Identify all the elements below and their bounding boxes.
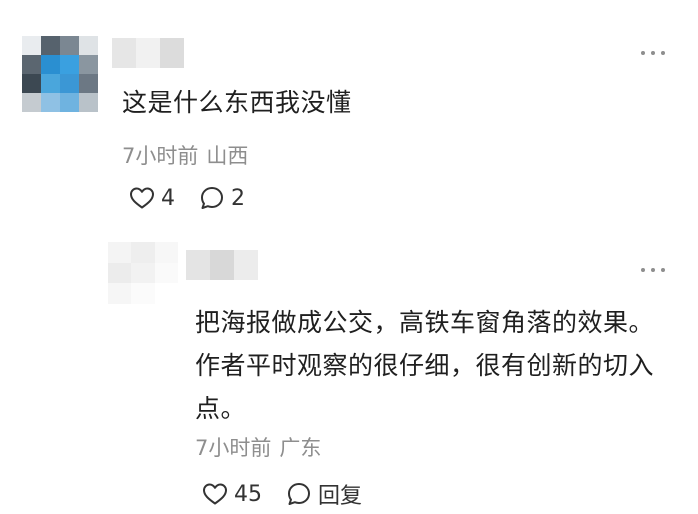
- reply-label: 回复: [318, 484, 363, 509]
- comment-region: 广东: [279, 436, 322, 460]
- comment-actions: 4 2: [129, 185, 245, 211]
- heart-icon: [130, 187, 154, 209]
- username-blurred[interactable]: [186, 250, 258, 280]
- like-button[interactable]: 4: [129, 186, 175, 211]
- comment-text: 这是什么东西我没懂: [122, 88, 352, 117]
- like-button[interactable]: 45: [202, 482, 262, 507]
- more-dots-icon[interactable]: [640, 49, 666, 57]
- heart-icon: [203, 483, 227, 505]
- comment-bubble-icon: [201, 187, 223, 209]
- comment-time: 7小时前: [195, 436, 272, 460]
- comment-meta: 7小时前 山西: [122, 140, 248, 170]
- like-count: 45: [234, 481, 262, 507]
- like-count: 4: [161, 185, 175, 211]
- reply-button[interactable]: 回复: [286, 478, 362, 510]
- comment-region: 山西: [206, 144, 249, 168]
- comment-bubble-icon: [288, 483, 310, 505]
- comment-text: 把海报做成公交，高铁车窗角落的效果。作者平时观察的很仔细，很有创新的切入点。: [195, 308, 655, 423]
- comment-meta: 7小时前 广东: [195, 432, 321, 462]
- comment-actions: 45 回复: [202, 478, 362, 510]
- username-blurred[interactable]: [112, 38, 184, 68]
- reply-button[interactable]: 2: [199, 185, 245, 211]
- avatar[interactable]: [22, 36, 98, 112]
- reply-count: 2: [231, 185, 245, 211]
- more-dots-icon[interactable]: [640, 266, 666, 274]
- comment-time: 7小时前: [122, 144, 199, 168]
- avatar[interactable]: [108, 242, 178, 304]
